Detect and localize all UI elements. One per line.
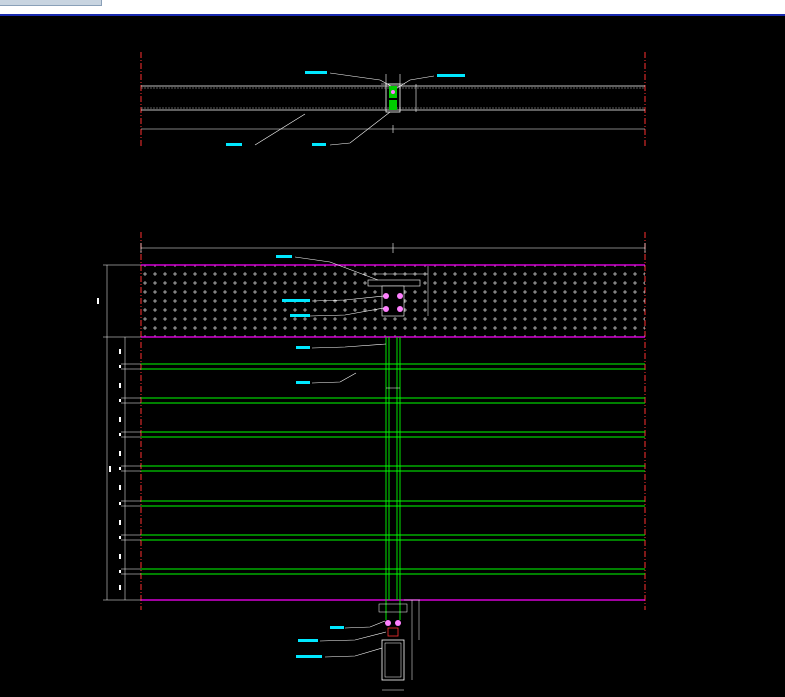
steel-tube: [381, 639, 405, 681]
base-detail: [296, 599, 420, 691]
vertical-mullion: [385, 337, 401, 600]
elevation-section: [97, 232, 646, 610]
glass-bands: [141, 363, 645, 575]
plan-section: [140, 52, 646, 148]
cad-drawing-canvas[interactable]: [0, 0, 785, 697]
